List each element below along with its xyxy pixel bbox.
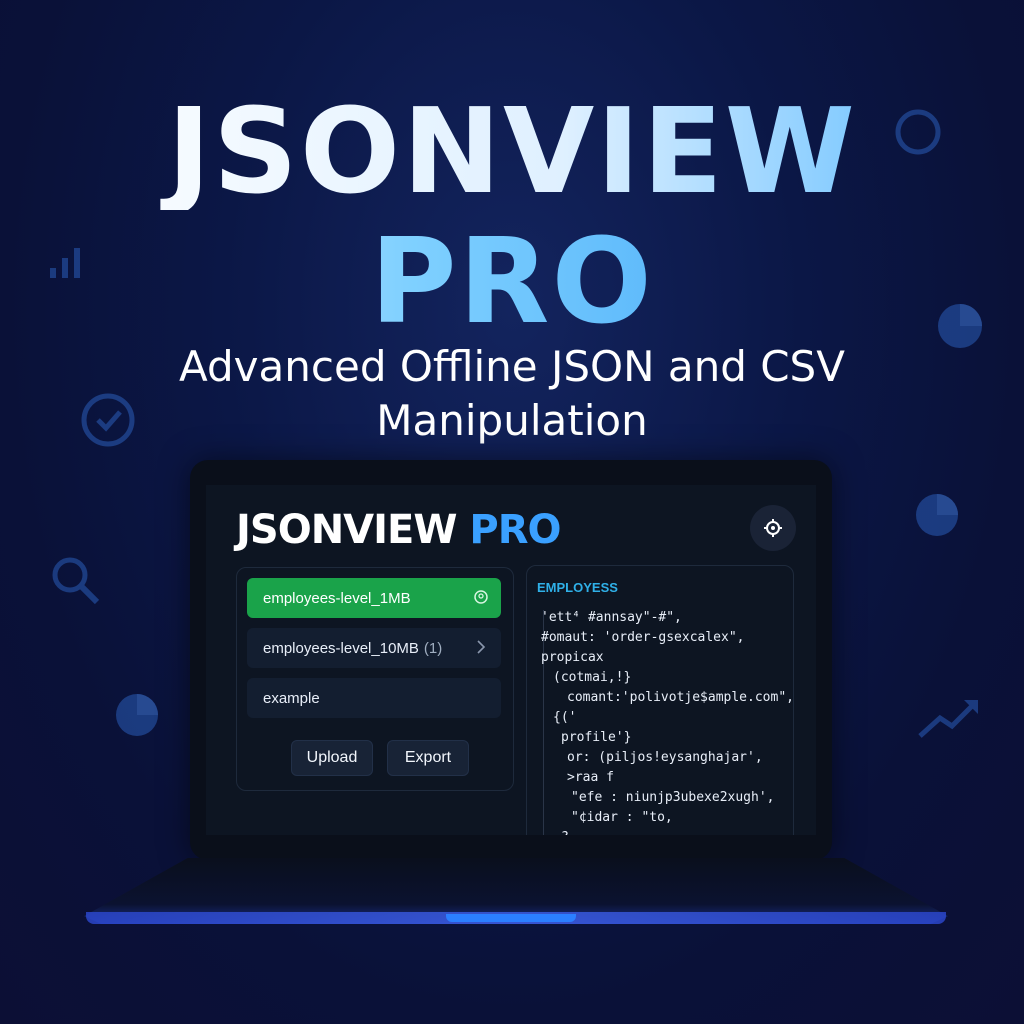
pie-chart-icon (916, 494, 958, 536)
code-line: or: (piljos!eysanghajar', (567, 750, 763, 765)
search-icon (52, 557, 100, 605)
pie-chart-icon (938, 304, 982, 348)
code-line: (cotmai,!} (553, 670, 632, 685)
upload-button[interactable]: Upload (291, 740, 373, 776)
file-item[interactable]: employees-level_10MB (1) (247, 628, 501, 668)
file-item-active[interactable]: employees-level_1MB (247, 578, 501, 618)
app-title-accent: PRO (469, 507, 561, 553)
file-count: (1) (423, 639, 443, 657)
code-line: ?, (561, 830, 577, 835)
file-name: example (263, 689, 320, 707)
file-name: employees-level_1MB (263, 589, 411, 607)
code-line: "¢idar : "to, (571, 810, 673, 825)
code-line: 'ett⁴ #annsay"-#", (541, 610, 682, 625)
code-line: #omaut: 'order-gsexcalex", (541, 630, 745, 645)
laptop-notch (446, 914, 576, 922)
code-line: comant:'polivotje$ample.com", (567, 690, 794, 705)
app-title: JSONVIEW PRO (236, 507, 562, 553)
hero-subtitle-line2: Manipulation (376, 396, 648, 445)
hero-title-line1: JSONVIEW (0, 92, 1024, 210)
file-item[interactable]: example (247, 678, 501, 718)
bar-chart-icon (50, 248, 80, 278)
code-line: {(' (553, 710, 577, 725)
hero-subtitle-line1: Advanced Offline JSON and CSV (179, 342, 845, 391)
chevron-right-icon (477, 640, 486, 654)
settings-icon (764, 519, 782, 537)
code-line: >raa f (567, 770, 614, 785)
files-panel: employees-level_1MB employees-level_10MB… (236, 567, 514, 791)
export-button[interactable]: Export (387, 740, 469, 776)
code-line: profile'} (561, 730, 632, 745)
code-line: propicax (541, 650, 604, 665)
hero-title-line2: PRO (0, 222, 1024, 340)
json-preview-title: EMPLOYESS (537, 580, 618, 595)
file-name: employees-level_10MB (263, 639, 419, 657)
code-line: "efe : niunjp3ubexe2xugh', (571, 790, 775, 805)
circle-icon (895, 109, 941, 155)
app-title-main: JSONVIEW (236, 507, 457, 553)
json-preview-panel: EMPLOYESS 'ett⁴ #annsay"-#", #omaut: 'or… (526, 565, 794, 835)
app-screen: JSONVIEW PRO employees-level_1MB employe… (206, 485, 816, 835)
trend-up-icon (918, 700, 978, 738)
gauge-icon (81, 393, 135, 447)
pie-chart-icon (116, 694, 158, 736)
hero-subtitle: Advanced Offline JSON and CSV Manipulati… (0, 340, 1024, 448)
file-badge-icon (474, 590, 488, 604)
settings-button[interactable] (750, 505, 796, 551)
